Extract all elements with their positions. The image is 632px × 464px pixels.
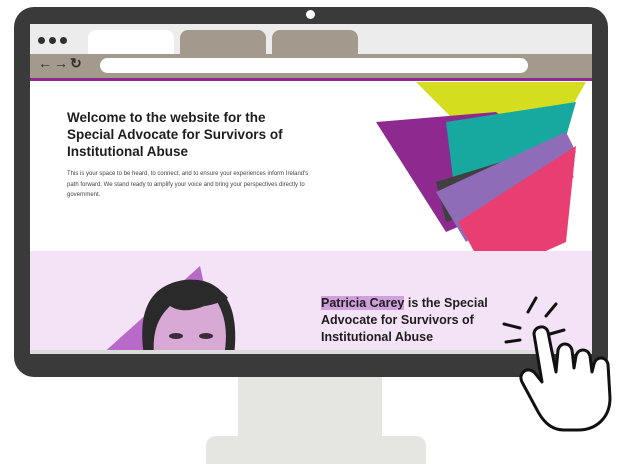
reload-icon[interactable]: ↻ bbox=[70, 55, 84, 71]
window-dot-1[interactable] bbox=[38, 37, 45, 44]
browser-tab-2[interactable] bbox=[180, 30, 266, 54]
window-dot-3[interactable] bbox=[60, 37, 67, 44]
window-dot-2[interactable] bbox=[49, 37, 56, 44]
forward-arrow-icon[interactable]: → bbox=[54, 55, 70, 71]
pointing-hand-icon bbox=[502, 296, 612, 432]
hero-title: Welcome to the website for the Special A… bbox=[67, 110, 283, 159]
address-bar[interactable] bbox=[100, 58, 528, 73]
camera-icon bbox=[306, 10, 315, 19]
monitor-base bbox=[206, 436, 426, 464]
browser-tab-bar bbox=[30, 24, 592, 54]
nav-buttons[interactable]: ←→↻ bbox=[38, 55, 84, 72]
browser-tab-3[interactable] bbox=[272, 30, 358, 54]
back-arrow-icon[interactable]: ← bbox=[38, 55, 54, 71]
browser-tab-active[interactable] bbox=[88, 30, 174, 54]
hero-text: This is your space to be heard, to conne… bbox=[67, 171, 309, 198]
site-header-line bbox=[30, 78, 592, 81]
profile-name[interactable]: Patricia Carey bbox=[321, 296, 405, 310]
portrait-image bbox=[142, 279, 236, 354]
